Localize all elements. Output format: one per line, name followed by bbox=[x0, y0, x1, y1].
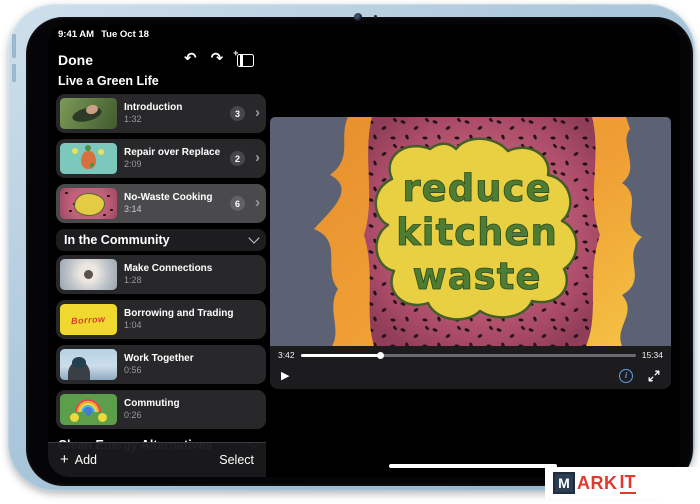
item-title: Introduction bbox=[124, 102, 182, 114]
section-header-live-a-green-life: Live a Green Life bbox=[58, 72, 266, 90]
clip-count-badge: 6 bbox=[230, 196, 245, 211]
status-bar-left: 9:41 AM Tue Oct 18 bbox=[58, 29, 149, 40]
watermark: M ARK IT bbox=[545, 467, 700, 499]
progress-played bbox=[301, 354, 381, 357]
watermark-text-underlined: IT bbox=[620, 473, 636, 494]
select-button[interactable]: Select bbox=[219, 453, 254, 467]
clip-count-badge: 2 bbox=[230, 151, 245, 166]
thumbnail-borrowing-and-trading: Borrow bbox=[60, 304, 117, 335]
total-time: 15:34 bbox=[642, 350, 663, 360]
chapter-list: Live a Green Life Introduction 1:32 3 › bbox=[56, 70, 266, 455]
list-item-no-waste-cooking-selected[interactable]: No-Waste Cooking 3:14 6 › bbox=[56, 184, 266, 223]
thumbnail-repair-over-replace bbox=[60, 143, 117, 174]
watermark-text: ARK bbox=[577, 473, 618, 494]
item-duration: 1:28 bbox=[124, 275, 212, 286]
item-title: Work Together bbox=[124, 353, 194, 365]
undo-icon[interactable]: ↶ bbox=[184, 51, 197, 67]
progress-knob[interactable] bbox=[377, 352, 384, 359]
item-duration: 3:14 bbox=[124, 204, 213, 215]
volume-up-button bbox=[12, 34, 16, 58]
sidebar-bottom-bar: + Add Select bbox=[48, 442, 266, 477]
chevron-down-icon bbox=[248, 232, 259, 243]
ipad-device: 9:41 AM Tue Oct 18 100% Done ↶ ↷ bbox=[8, 4, 695, 491]
fullscreen-icon[interactable] bbox=[648, 370, 660, 382]
list-item-make-connections[interactable]: Make Connections 1:28 bbox=[56, 255, 266, 294]
list-item-introduction[interactable]: Introduction 1:32 3 › bbox=[56, 94, 266, 133]
current-time: 3:42 bbox=[278, 350, 295, 360]
play-icon[interactable]: ▶ bbox=[281, 370, 289, 382]
item-title: Commuting bbox=[124, 398, 180, 410]
camera-sensor-icon bbox=[374, 15, 377, 18]
add-button[interactable]: + Add bbox=[60, 453, 97, 467]
item-duration: 1:04 bbox=[124, 320, 233, 331]
redo-icon[interactable]: ↷ bbox=[211, 51, 224, 67]
watermark-logo-m: M bbox=[553, 472, 575, 494]
video-title-line2: kitchen bbox=[396, 211, 558, 254]
chevron-right-icon: › bbox=[255, 148, 260, 168]
player-buttons-row: ▶ i bbox=[270, 362, 671, 389]
add-clip-icon[interactable]: + bbox=[237, 54, 254, 67]
info-icon[interactable]: i bbox=[619, 369, 633, 383]
clip-count-badge: 3 bbox=[230, 106, 245, 121]
video-title-line3: waste bbox=[413, 255, 542, 298]
chapter-sidebar: Live a Green Life Introduction 1:32 3 › bbox=[48, 70, 266, 477]
edit-toolbar: ↶ ↷ + bbox=[184, 51, 254, 67]
plus-icon: + bbox=[60, 453, 69, 467]
item-duration: 2:09 bbox=[124, 159, 220, 170]
chevron-right-icon: › bbox=[255, 193, 260, 213]
home-indicator[interactable] bbox=[389, 464, 557, 468]
thumbnail-work-together bbox=[60, 349, 117, 380]
front-camera-icon bbox=[354, 13, 362, 21]
progress-track[interactable] bbox=[301, 354, 636, 357]
chevron-right-icon: › bbox=[255, 103, 260, 123]
item-title: Borrowing and Trading bbox=[124, 308, 233, 320]
thumb-text: Borrow bbox=[71, 313, 106, 325]
thumbnail-introduction bbox=[60, 98, 117, 129]
date: Tue Oct 18 bbox=[101, 29, 149, 40]
list-item-borrowing-and-trading[interactable]: Borrow Borrowing and Trading 1:04 bbox=[56, 300, 266, 339]
list-item-repair-over-replace[interactable]: Repair over Replace 2:09 2 › bbox=[56, 139, 266, 178]
thumbnail-make-connections bbox=[60, 259, 117, 290]
player-controls: 3:42 15:34 ▶ i bbox=[270, 346, 671, 389]
section-header-in-the-community[interactable]: In the Community bbox=[56, 229, 266, 251]
done-button[interactable]: Done bbox=[58, 52, 93, 68]
item-duration: 0:26 bbox=[124, 410, 180, 421]
page: 9:41 AM Tue Oct 18 100% Done ↶ ↷ bbox=[0, 0, 700, 504]
item-title: No-Waste Cooking bbox=[124, 192, 213, 204]
clock: 9:41 AM bbox=[58, 29, 94, 40]
thumbnail-commuting bbox=[60, 394, 117, 425]
video-title-line1: reduce bbox=[402, 167, 551, 210]
bezel: 9:41 AM Tue Oct 18 100% Done ↶ ↷ bbox=[26, 17, 693, 486]
player-area: reduce kitchen waste 3:42 bbox=[266, 24, 680, 477]
thumbnail-no-waste-cooking bbox=[60, 188, 117, 219]
list-item-commuting[interactable]: Commuting 0:26 bbox=[56, 390, 266, 429]
scrubber-row: 3:42 15:34 bbox=[270, 346, 671, 362]
video-frame-dragonfruit[interactable]: reduce kitchen waste bbox=[270, 117, 671, 346]
video-player: reduce kitchen waste 3:42 bbox=[270, 117, 671, 389]
screen: 9:41 AM Tue Oct 18 100% Done ↶ ↷ bbox=[48, 24, 680, 477]
list-item-work-together[interactable]: Work Together 0:56 bbox=[56, 345, 266, 384]
item-duration: 1:32 bbox=[124, 114, 182, 125]
volume-down-button bbox=[12, 64, 16, 82]
item-title: Make Connections bbox=[124, 263, 212, 275]
item-title: Repair over Replace bbox=[124, 147, 220, 159]
item-duration: 0:56 bbox=[124, 365, 194, 376]
